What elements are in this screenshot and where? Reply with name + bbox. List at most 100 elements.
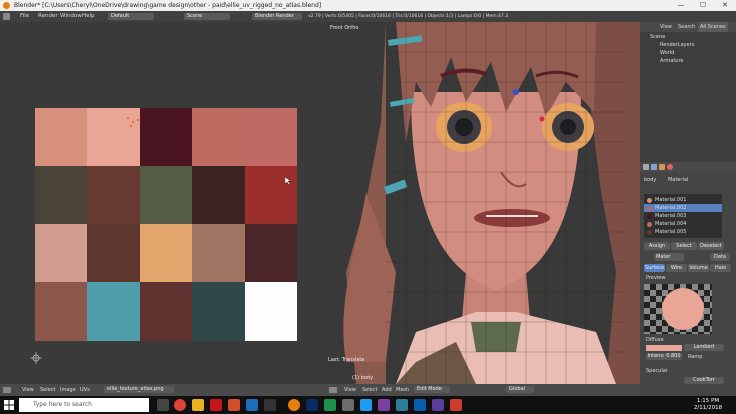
tab-wire[interactable]: Wire <box>666 264 687 272</box>
mouse-pointer-icon <box>285 177 291 185</box>
taskbar-time[interactable]: 1:15 PM <box>688 398 728 404</box>
taskbar-search-input[interactable]: Type here to search <box>19 398 149 412</box>
taskbar-date[interactable]: 2/11/2018 <box>688 405 728 411</box>
app-green-icon[interactable] <box>324 399 336 411</box>
uv-menu-view[interactable]: View <box>22 384 34 396</box>
material-color-icon <box>647 213 652 219</box>
app-blue-icon[interactable] <box>246 399 258 411</box>
image-datablock[interactable]: ellie_texture_atlas.png <box>104 386 174 393</box>
chrome-icon[interactable] <box>174 399 186 411</box>
atlas-swatch <box>87 224 141 283</box>
windows-start-icon[interactable] <box>4 400 14 410</box>
editor-type-icon[interactable] <box>329 387 337 393</box>
app-word-icon[interactable] <box>414 399 426 411</box>
scene-statistics: v2.79 | Verts:0/5405 | Faces:0/10616 | T… <box>308 14 508 19</box>
minimize-button[interactable]: — <box>670 0 692 11</box>
link-data-dropdown[interactable]: Data <box>710 253 730 261</box>
app-violet-icon[interactable] <box>432 399 444 411</box>
scene-tab-icon[interactable] <box>651 164 657 170</box>
specular-panel-header[interactable]: Specular <box>646 368 668 374</box>
photoshop-icon[interactable] <box>306 399 318 411</box>
scene-dropdown[interactable]: Scene <box>184 13 230 20</box>
outliner-display-mode[interactable]: All Scenes <box>698 22 728 32</box>
view3d-menu-view[interactable]: View <box>344 384 356 396</box>
tab-volume[interactable]: Volume <box>688 264 709 272</box>
tab-surface[interactable]: Surface <box>644 264 665 272</box>
deselect-button[interactable]: Deselect <box>698 242 724 250</box>
title-bar: Blender* [C:\Users\Cheryl\OneDrive\drawi… <box>0 0 736 11</box>
menu-file[interactable]: File <box>20 11 29 22</box>
outliner-tab-view[interactable]: View <box>660 22 672 32</box>
blender-taskbar-icon[interactable] <box>288 399 300 411</box>
app-red-icon[interactable] <box>450 399 462 411</box>
app-orange-icon[interactable] <box>228 399 240 411</box>
material-color-icon <box>647 221 652 227</box>
uv-menu-image[interactable]: Image <box>60 384 76 396</box>
uv-vertex-dots <box>127 117 141 127</box>
uv-menu-uvs[interactable]: UVs <box>80 384 90 396</box>
diffuse-color-swatch[interactable] <box>646 345 682 351</box>
outliner-tab-search[interactable]: Search <box>678 22 695 32</box>
menu-help[interactable]: Help <box>82 11 95 22</box>
2d-cursor-icon[interactable] <box>30 352 42 364</box>
mode-dropdown[interactable]: Edit Mode <box>414 386 450 393</box>
specular-shader-dropdown[interactable]: CookTorr <box>684 377 724 384</box>
app-purple-icon[interactable] <box>378 399 390 411</box>
outliner[interactable]: View Search All Scenes Scene RenderLayer… <box>640 22 736 162</box>
outliner-item-renderlayers[interactable]: RenderLayers <box>660 42 694 48</box>
context-object: body <box>644 177 657 183</box>
app-b-icon[interactable] <box>210 399 222 411</box>
outliner-item-armature[interactable]: Armature <box>660 58 683 64</box>
select-button[interactable]: Select <box>671 242 697 250</box>
view3d-menu-select[interactable]: Select <box>362 384 377 396</box>
material-slot[interactable]: Material.005 <box>644 228 722 236</box>
assign-button[interactable]: Assign <box>644 242 670 250</box>
outliner-item-scene[interactable]: Scene <box>650 34 665 40</box>
app-dark-icon[interactable] <box>264 399 276 411</box>
material-slot[interactable]: Material.003 <box>644 212 722 220</box>
outliner-item-world[interactable]: World <box>660 50 674 56</box>
3d-viewport[interactable]: Front Ortho Last: Translate (1) body <box>326 22 640 384</box>
properties-editor[interactable]: body Material Material.001 Material.002 Ma… <box>640 162 736 396</box>
editor-type-icon[interactable] <box>3 13 10 20</box>
orientation-dropdown[interactable]: Global <box>506 386 534 393</box>
material-tab-icon[interactable] <box>667 164 673 170</box>
maximize-button[interactable]: ☐ <box>692 0 714 11</box>
view3d-menu-mesh[interactable]: Mesh <box>396 384 409 396</box>
atlas-swatch <box>192 224 246 283</box>
render-engine-dropdown[interactable]: Blender Render <box>252 13 302 20</box>
tab-halo[interactable]: Halo <box>710 264 731 272</box>
layout-dropdown[interactable]: Default <box>108 13 154 20</box>
uv-editor-header: View Select Image UVs ellie_texture_atla… <box>0 384 326 396</box>
object-tab-icon[interactable] <box>659 164 665 170</box>
uv-menu-select[interactable]: Select <box>40 384 55 396</box>
view3d-menu-add[interactable]: Add <box>382 384 392 396</box>
menu-window[interactable]: Window <box>60 11 82 22</box>
material-slot-label: Material.005 <box>655 229 687 235</box>
app-teal-icon[interactable] <box>396 399 408 411</box>
atlas-swatch <box>139 224 193 283</box>
material-slot[interactable]: Material.004 <box>644 220 722 228</box>
close-button[interactable]: ✕ <box>714 0 736 11</box>
preview-panel-header[interactable]: Preview <box>646 275 665 281</box>
material-slot-list[interactable]: Material.001 Material.002 Material.003 Mate… <box>644 194 722 238</box>
diffuse-shader-dropdown[interactable]: Lambert <box>684 344 724 351</box>
app-gray-icon[interactable] <box>342 399 354 411</box>
editor-type-icon[interactable] <box>3 387 11 393</box>
diffuse-panel-header[interactable]: Diffuse <box>646 337 664 343</box>
file-explorer-icon[interactable] <box>192 399 204 411</box>
menu-render[interactable]: Render <box>38 11 58 22</box>
uv-image-editor[interactable] <box>0 22 326 384</box>
app-lightblue-icon[interactable] <box>360 399 372 411</box>
texture-atlas-image <box>35 108 298 341</box>
task-view-icon[interactable] <box>157 399 169 411</box>
material-slot[interactable]: Material.001 <box>644 196 722 204</box>
material-slot[interactable]: Material.002 <box>644 204 722 212</box>
material-name-field[interactable]: Mater <box>654 253 684 261</box>
atlas-swatch <box>35 282 88 341</box>
diffuse-ramp-checkbox[interactable]: Ramp <box>688 354 702 360</box>
diffuse-intensity-field[interactable]: Intens: 0.800 <box>646 353 682 360</box>
render-tab-icon[interactable] <box>643 164 649 170</box>
atlas-swatch <box>35 166 88 225</box>
atlas-swatch <box>139 108 193 167</box>
